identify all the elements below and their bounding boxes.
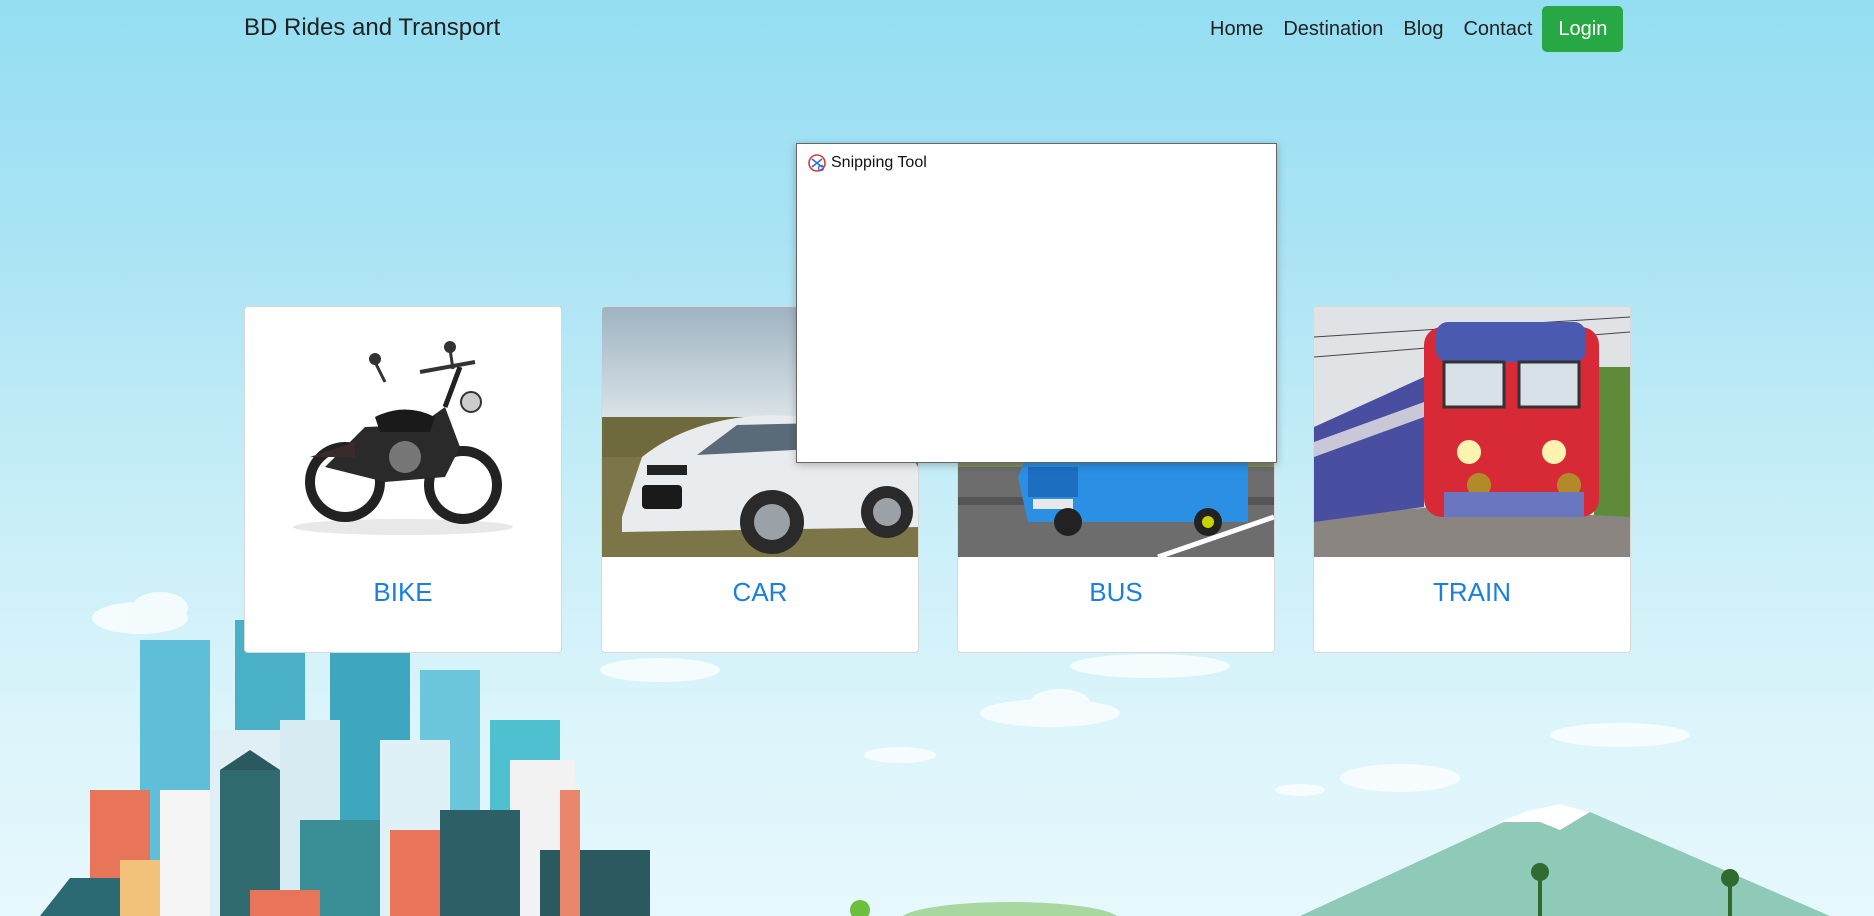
motorcycle-photo (245, 307, 561, 557)
brand-title[interactable]: BD Rides and Transport (244, 14, 500, 42)
card-bike[interactable]: BIKE (244, 306, 562, 653)
snipping-tool-title: Snipping Tool (831, 154, 927, 171)
card-title-bus[interactable]: BUS (958, 577, 1274, 608)
login-button[interactable]: Login (1542, 6, 1624, 52)
card-title-train[interactable]: TRAIN (1314, 577, 1630, 608)
scissors-icon (807, 153, 827, 173)
nav-links: Home Destination Blog Contact Login (1210, 6, 1624, 52)
navbar: BD Rides and Transport Home Destination … (0, 0, 1874, 60)
nav-link-home[interactable]: Home (1210, 7, 1263, 51)
nav-link-contact[interactable]: Contact (1463, 7, 1532, 51)
nav-link-destination[interactable]: Destination (1283, 7, 1383, 51)
card-title-car[interactable]: CAR (602, 577, 918, 608)
nav-link-blog[interactable]: Blog (1403, 7, 1443, 51)
train-photo (1314, 307, 1630, 557)
card-train[interactable]: TRAIN (1313, 306, 1631, 653)
card-title-bike[interactable]: BIKE (245, 577, 561, 608)
snipping-tool-window[interactable]: Snipping Tool (796, 143, 1277, 463)
